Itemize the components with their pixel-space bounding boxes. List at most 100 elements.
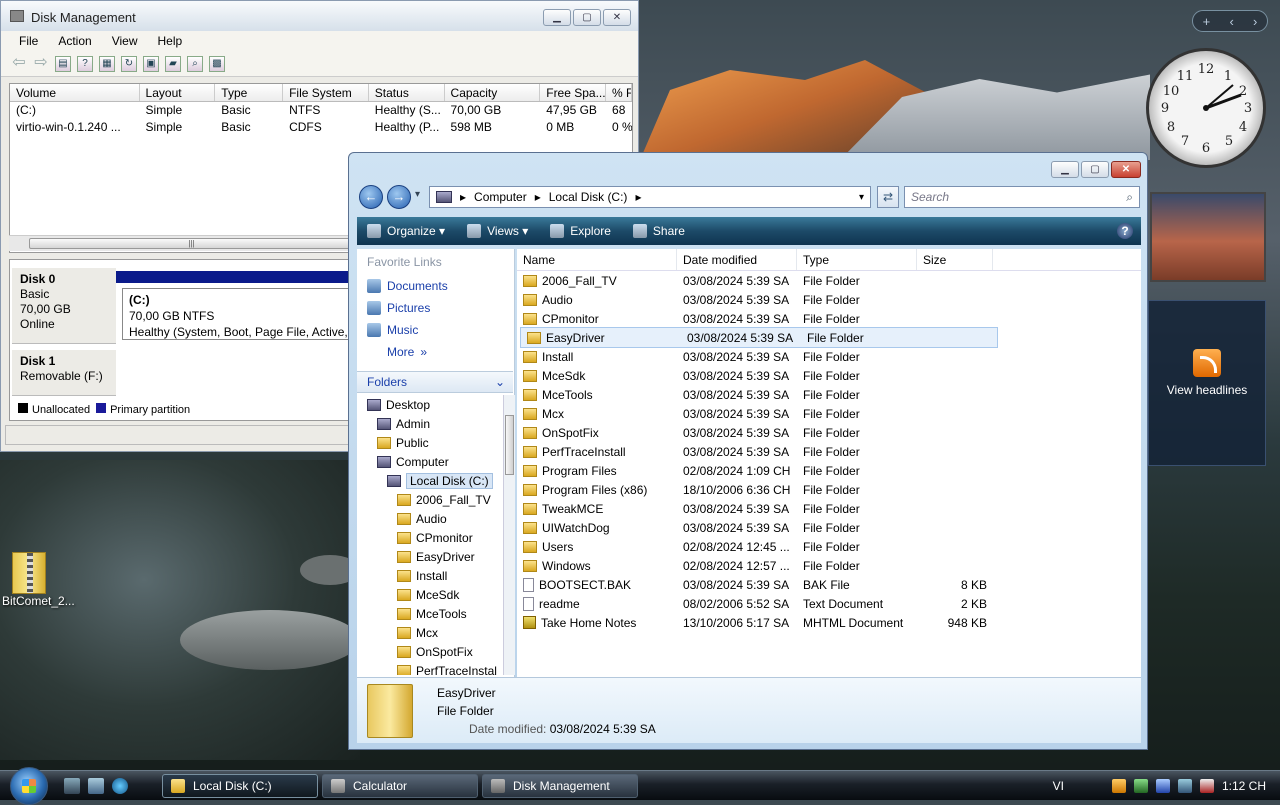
help-icon[interactable]: ? [1117, 223, 1133, 239]
file-row[interactable]: BOOTSECT.BAK 03/08/2024 5:39 SA BAK File 8 … [517, 575, 1141, 594]
tree-local-disk[interactable]: Local Disk (C:) [357, 471, 503, 490]
favorite-more[interactable]: More » [357, 341, 514, 363]
tree-folder[interactable]: Audio [357, 509, 503, 528]
favorite-documents[interactable]: Documents [357, 275, 514, 297]
file-row[interactable]: MceTools 03/08/2024 5:39 SA File Folder [517, 385, 1141, 404]
open-folder-icon[interactable]: ▰ [165, 55, 181, 72]
language-indicator[interactable]: VI [1053, 779, 1064, 793]
search-input[interactable]: Search ⌕ [904, 186, 1140, 208]
refresh-icon[interactable]: ↻ [121, 55, 137, 72]
file-row[interactable]: Take Home Notes 13/10/2006 5:17 SA MHTML D… [517, 613, 1141, 632]
col-name[interactable]: Name [517, 249, 677, 270]
forward-icon[interactable]: ⇨ [33, 54, 49, 72]
col-percent-free[interactable]: % F [606, 84, 632, 101]
slideshow-gadget[interactable] [1150, 192, 1266, 282]
tree-folder[interactable]: OnSpotFix [357, 642, 503, 661]
col-volume[interactable]: Volume [10, 84, 140, 101]
tree-folder[interactable]: Install [357, 566, 503, 585]
tree-folder[interactable]: MceSdk [357, 585, 503, 604]
file-row[interactable]: Windows 02/08/2024 12:57 ... File Folder [517, 556, 1141, 575]
internet-explorer-icon[interactable] [112, 778, 128, 794]
add-gadget-icon[interactable]: + [1203, 14, 1211, 29]
views-button[interactable]: Views ▾ [467, 224, 528, 238]
disk0-label[interactable]: Disk 0 Basic 70,00 GB Online [12, 268, 116, 344]
tree-scrollbar[interactable] [503, 395, 515, 675]
start-button[interactable] [10, 767, 48, 805]
folders-header[interactable]: Folders ⌄ [357, 371, 513, 393]
file-row[interactable]: Users 02/08/2024 12:45 ... File Folder [517, 537, 1141, 556]
show-desktop-icon[interactable] [64, 778, 80, 794]
maximize-button[interactable]: ▢ [573, 9, 601, 26]
console-tree-icon[interactable]: ▤ [55, 55, 71, 72]
file-row[interactable]: TweakMCE 03/08/2024 5:39 SA File Folder [517, 499, 1141, 518]
file-row[interactable]: MceSdk 03/08/2024 5:39 SA File Folder [517, 366, 1141, 385]
tree-computer[interactable]: Computer [357, 452, 503, 471]
col-filesystem[interactable]: File System [283, 84, 369, 101]
chevron-down-icon[interactable]: ⌄ [495, 375, 505, 389]
favorite-music[interactable]: Music [357, 319, 514, 341]
tree-folder[interactable]: EasyDriver [357, 547, 503, 566]
feed-headlines-gadget[interactable]: View headlines [1148, 300, 1266, 466]
breadcrumb-computer[interactable]: Computer [474, 190, 527, 204]
file-row[interactable]: Program Files 02/08/2024 1:09 CH File Fold… [517, 461, 1141, 480]
file-row[interactable]: CPmonitor 03/08/2024 5:39 SA File Folder [517, 309, 1141, 328]
address-dropdown-icon[interactable]: ▾ [859, 192, 864, 203]
col-date-modified[interactable]: Date modified [677, 249, 797, 270]
col-type[interactable]: Type [797, 249, 917, 270]
table-row[interactable]: virtio-win-0.1.240 ... Simple Basic CDFS… [10, 119, 632, 136]
disk1-label[interactable]: Disk 1 Removable (F:) [12, 350, 116, 396]
tree-desktop[interactable]: Desktop [357, 395, 503, 414]
update-icon[interactable] [1155, 779, 1170, 793]
col-size[interactable]: Size [917, 249, 993, 270]
forward-button[interactable]: → [387, 185, 411, 209]
safely-remove-icon[interactable] [1133, 779, 1148, 793]
col-status[interactable]: Status [369, 84, 445, 101]
refresh-button[interactable]: ⇄ [877, 186, 899, 208]
tree-folder[interactable]: PerfTraceInstal [357, 661, 503, 675]
table-row[interactable]: (C:) Simple Basic NTFS Healthy (S... 70,… [10, 102, 632, 119]
scrollbar-thumb[interactable] [505, 415, 514, 475]
recent-pages-chevron-icon[interactable]: ▾ [415, 189, 420, 200]
taskbar-button-disk-management[interactable]: Disk Management [482, 774, 638, 798]
col-layout[interactable]: Layout [140, 84, 216, 101]
tree-folder[interactable]: 2006_Fall_TV [357, 490, 503, 509]
close-button[interactable]: ✕ [1111, 161, 1141, 178]
col-capacity[interactable]: Capacity [445, 84, 541, 101]
file-row[interactable]: UIWatchDog 03/08/2024 5:39 SA File Folder [517, 518, 1141, 537]
prev-icon[interactable]: ‹ [1229, 14, 1233, 29]
back-icon[interactable]: ⇦ [11, 54, 27, 72]
title-bar[interactable]: Disk Management ▁ ▢ ✕ [1, 1, 638, 31]
col-free-space[interactable]: Free Spa... [540, 84, 607, 101]
taskbar-button-calculator[interactable]: Calculator [322, 774, 478, 798]
tree-folder[interactable]: MceTools [357, 604, 503, 623]
file-row[interactable]: EasyDriver 03/08/2024 5:39 SA File Folder [520, 327, 998, 348]
file-row[interactable]: Program Files (x86) 18/10/2006 6:36 CH Fil… [517, 480, 1141, 499]
minimize-button[interactable]: ▁ [543, 9, 571, 26]
search-icon[interactable]: ⌕ [187, 55, 203, 72]
search-icon[interactable]: ⌕ [1126, 190, 1133, 205]
favorite-pictures[interactable]: Pictures [357, 297, 514, 319]
tree-admin[interactable]: Admin [357, 414, 503, 433]
minimize-button[interactable]: ▁ [1051, 161, 1079, 178]
partition-c[interactable]: (C:) 70,00 GB NTFS Healthy (System, Boot… [122, 288, 354, 340]
tree-folder[interactable]: CPmonitor [357, 528, 503, 547]
clock-gadget[interactable]: 12 1 2 345 678 9 10 11 [1146, 48, 1266, 168]
explore-button[interactable]: Explore [550, 224, 611, 238]
rescan-icon[interactable]: ▣ [143, 55, 159, 72]
settings-icon[interactable]: ▩ [209, 55, 225, 72]
menu-help[interactable]: Help [148, 31, 193, 51]
properties-icon[interactable]: ▦ [99, 55, 115, 72]
maximize-button[interactable]: ▢ [1081, 161, 1109, 178]
breadcrumb[interactable]: ▸ Computer ▸ Local Disk (C:) ▸ ▾ [429, 186, 871, 208]
network-icon[interactable] [1177, 779, 1192, 793]
breadcrumb-local-disk[interactable]: Local Disk (C:) [549, 190, 628, 204]
file-row[interactable]: 2006_Fall_TV 03/08/2024 5:39 SA File Folde… [517, 271, 1141, 290]
menu-action[interactable]: Action [48, 31, 101, 51]
scrollbar-thumb[interactable]: ||| [29, 238, 354, 249]
volume-muted-icon[interactable] [1199, 779, 1214, 793]
file-row[interactable]: OnSpotFix 03/08/2024 5:39 SA File Folder [517, 423, 1141, 442]
taskbar-button-local-disk[interactable]: Local Disk (C:) [162, 774, 318, 798]
file-row[interactable]: PerfTraceInstall 03/08/2024 5:39 SA File F… [517, 442, 1141, 461]
share-button[interactable]: Share [632, 224, 685, 238]
file-row[interactable]: Audio 03/08/2024 5:39 SA File Folder [517, 290, 1141, 309]
